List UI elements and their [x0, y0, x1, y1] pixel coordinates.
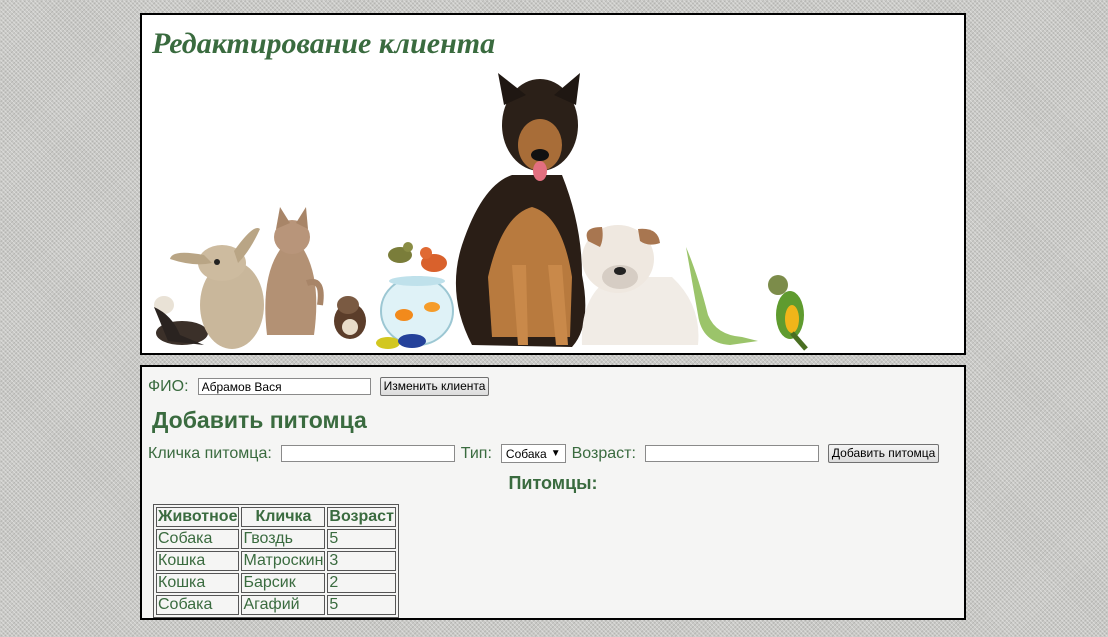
update-client-button[interactable]: Изменить клиента — [379, 377, 490, 396]
pet-age-input[interactable] — [644, 445, 819, 462]
column-header-name: Кличка — [241, 507, 326, 527]
cell-animal: Кошка — [156, 551, 240, 571]
table-header-row: Животное Кличка Возраст — [156, 507, 396, 527]
column-header-animal: Животное — [156, 507, 240, 527]
cell-name: Барсик — [241, 573, 326, 593]
add-pet-heading: Добавить питомца — [152, 407, 367, 433]
pet-type-label: Тип: — [460, 444, 492, 462]
cell-age: 2 — [327, 573, 396, 593]
parrot-figure — [768, 275, 808, 351]
client-row: ФИО: Изменить клиента — [148, 377, 490, 396]
pets-banner-image — [154, 73, 808, 351]
dog-shepherd-figure — [455, 73, 586, 347]
hamster-figure — [334, 296, 366, 339]
table-row: Кошка Матроскин 3 — [156, 551, 396, 571]
cell-animal: Собака — [156, 595, 240, 615]
chevron-down-icon: ▼ — [550, 448, 561, 459]
table-row: Собака Гвоздь 5 — [156, 529, 396, 549]
table-row: Собака Агафий 5 — [156, 595, 396, 615]
bird-green-figure — [388, 242, 413, 263]
pet-age-label: Возраст: — [571, 444, 636, 462]
pet-type-select[interactable]: Собака ▼ — [500, 444, 566, 463]
pets-table: Животное Кличка Возраст Собака Гвоздь 5 … — [153, 504, 399, 618]
table-row: Кошка Барсик 2 — [156, 573, 396, 593]
page-title: Редактирование клиента — [152, 27, 496, 60]
cell-age: 5 — [327, 595, 396, 615]
pet-type-selected: Собака — [505, 446, 547, 461]
cell-age: 5 — [327, 529, 396, 549]
ferret-figure — [154, 296, 208, 345]
add-pet-button[interactable]: Добавить питомца — [827, 444, 940, 463]
column-header-age: Возраст — [327, 507, 396, 527]
fio-label: ФИО: — [148, 377, 189, 395]
cell-name: Гвоздь — [241, 529, 326, 549]
cell-animal: Кошка — [156, 573, 240, 593]
fio-input[interactable] — [197, 378, 371, 395]
cell-name: Матроскин — [241, 551, 326, 571]
cell-animal: Собака — [156, 529, 240, 549]
cat-figure — [265, 207, 324, 335]
dog-bulldog-figure — [581, 225, 699, 345]
pets-heading: Питомцы: — [508, 473, 598, 493]
cell-age: 3 — [327, 551, 396, 571]
add-pet-row: Кличка питомца: Тип: Собака ▼ Возраст: Д… — [148, 444, 940, 463]
client-form-panel: ФИО: Изменить клиента Добавить питомца К… — [140, 365, 966, 620]
canary-figure — [420, 247, 447, 272]
pet-name-label: Кличка питомца: — [148, 444, 272, 462]
pet-name-input[interactable] — [280, 445, 455, 462]
header-banner: Редактирование клиента — [140, 13, 966, 355]
cell-name: Агафий — [241, 595, 326, 615]
